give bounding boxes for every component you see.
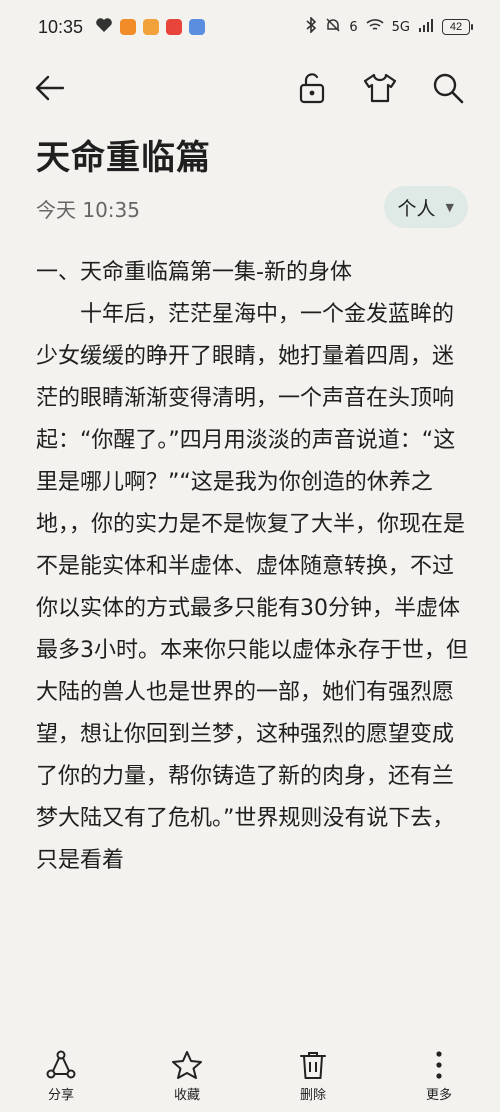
battery-indicator: 42 [442, 19, 473, 35]
share-button[interactable]: 分享 [20, 1040, 102, 1112]
note-date: 今天 10:35 [36, 198, 140, 222]
signal-bars-icon [418, 18, 434, 36]
note-heading: 一、天命重临篇第一集-新的身体 [36, 260, 352, 285]
search-icon[interactable] [430, 70, 466, 106]
share-icon [46, 1050, 76, 1079]
heart-app-icon [95, 17, 113, 37]
note-body[interactable]: 一、天命重临篇第一集-新的身体 十年后，茫茫星海中，一个金发蓝眸的少女缓缓的睁开… [36, 252, 468, 1052]
bottom-action-bar: 分享 收藏 删除 更多 [0, 1040, 500, 1112]
favorite-label: 收藏 [173, 1088, 200, 1103]
yellow-app-icon [143, 19, 160, 35]
status-bar: 10:35 6 5G 42 [0, 0, 500, 54]
red-app-icon [166, 19, 183, 35]
delete-button[interactable]: 删除 [272, 1040, 354, 1112]
unlock-icon[interactable] [294, 70, 330, 106]
wifi-icon [366, 18, 384, 36]
caret-down-icon: ▼ [445, 200, 454, 214]
star-icon [172, 1051, 202, 1079]
status-indicators: 6 5G 42 [305, 16, 473, 37]
note-toolbar [0, 60, 500, 116]
back-arrow-icon[interactable] [32, 70, 68, 106]
blue-app-icon [189, 19, 206, 35]
status-time: 10:35 [38, 16, 84, 37]
more-vertical-icon [436, 1051, 442, 1079]
network-type: 5G [391, 19, 410, 35]
more-label: 更多 [425, 1088, 452, 1103]
more-button[interactable]: 更多 [398, 1040, 480, 1112]
signal-label: 6 [349, 19, 358, 35]
orange-app-icon [120, 19, 137, 35]
note-title[interactable]: 天命重临篇 [36, 130, 211, 179]
share-label: 分享 [47, 1088, 74, 1103]
mute-icon [325, 17, 341, 37]
note-paragraph: 十年后，茫茫星海中，一个金发蓝眸的少女缓缓的睁开了眼睛，她打量着四周，迷茫的眼睛… [36, 302, 468, 873]
trash-icon [300, 1052, 326, 1079]
favorite-button[interactable]: 收藏 [146, 1040, 228, 1112]
folder-label: 个人 [397, 197, 436, 220]
delete-label: 删除 [299, 1088, 326, 1103]
folder-selector[interactable]: 个人 ▼ [383, 186, 468, 228]
status-app-icons [95, 17, 206, 37]
tshirt-icon[interactable] [362, 70, 398, 106]
bluetooth-icon [305, 16, 317, 37]
